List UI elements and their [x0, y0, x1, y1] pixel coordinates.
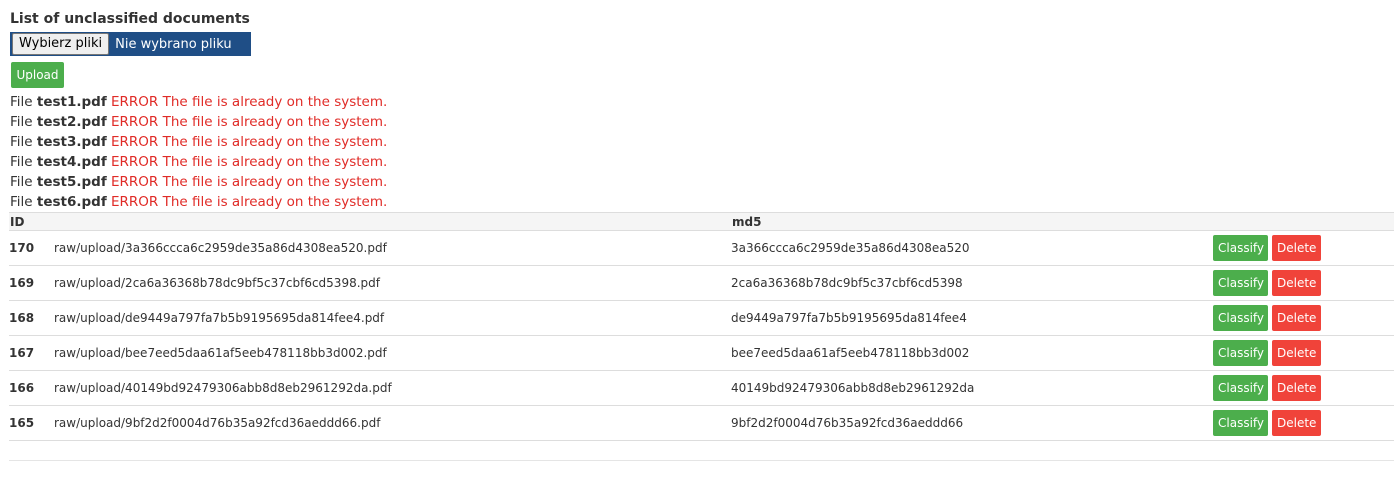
row-md5: 2ca6a36368b78dc9bf5c37cbf6cd5398	[731, 276, 963, 290]
documents-table: ID md5 170 raw/upload/3a366ccca6c2959de3…	[9, 212, 1394, 441]
message-prefix: File	[10, 94, 33, 110]
file-input[interactable]: Wybierz pliki Nie wybrano pliku	[10, 32, 251, 56]
row-md5: 40149bd92479306abb8d8eb2961292da	[731, 381, 975, 395]
upload-message: File test2.pdf ERROR The file is already…	[10, 112, 387, 132]
classify-button[interactable]: Classify	[1213, 270, 1268, 296]
table-row: 169 raw/upload/2ca6a36368b78dc9bf5c37cbf…	[9, 266, 1394, 301]
delete-button[interactable]: Delete	[1272, 340, 1321, 366]
row-id: 169	[9, 276, 35, 290]
delete-button[interactable]: Delete	[1272, 305, 1321, 331]
message-error: ERROR The file is already on the system.	[111, 134, 388, 150]
classify-button[interactable]: Classify	[1213, 340, 1268, 366]
column-header-actions	[1213, 213, 1394, 231]
message-error: ERROR The file is already on the system.	[111, 154, 388, 170]
choose-files-button[interactable]: Wybierz pliki	[12, 33, 110, 55]
row-actions: Classify Delete	[1213, 406, 1394, 441]
table-row: 166 raw/upload/40149bd92479306abb8d8eb29…	[9, 371, 1394, 406]
column-header-id: ID	[10, 214, 25, 229]
row-path: raw/upload/2ca6a36368b78dc9bf5c37cbf6cd5…	[54, 276, 380, 290]
row-path: raw/upload/9bf2d2f0004d76b35a92fcd36aedd…	[54, 416, 381, 430]
row-actions: Classify Delete	[1213, 301, 1394, 336]
classify-button[interactable]: Classify	[1213, 235, 1268, 261]
message-error: ERROR The file is already on the system.	[111, 174, 388, 190]
divider	[9, 460, 1394, 461]
table-row: 168 raw/upload/de9449a797fa7b5b9195695da…	[9, 301, 1394, 336]
upload-message: File test6.pdf ERROR The file is already…	[10, 192, 387, 212]
page-title: List of unclassified documents	[10, 11, 250, 27]
row-id: 170	[9, 241, 35, 255]
row-path: raw/upload/bee7eed5daa61af5eeb478118bb3d…	[54, 346, 387, 360]
classify-button[interactable]: Classify	[1213, 305, 1268, 331]
delete-button[interactable]: Delete	[1272, 235, 1321, 261]
row-md5: de9449a797fa7b5b9195695da814fee4	[731, 311, 967, 325]
row-actions: Classify Delete	[1213, 336, 1394, 371]
file-status-text: Nie wybrano pliku	[115, 36, 232, 52]
upload-message: File test3.pdf ERROR The file is already…	[10, 132, 387, 152]
message-error: ERROR The file is already on the system.	[111, 94, 388, 110]
row-id: 165	[9, 416, 35, 430]
classify-button[interactable]: Classify	[1213, 410, 1268, 436]
row-path: raw/upload/40149bd92479306abb8d8eb296129…	[54, 381, 392, 395]
message-error: ERROR The file is already on the system.	[111, 114, 388, 130]
upload-messages: File test1.pdf ERROR The file is already…	[10, 92, 387, 212]
message-filename: test4.pdf	[36, 154, 107, 170]
row-path: raw/upload/3a366ccca6c2959de35a86d4308ea…	[54, 241, 387, 255]
message-prefix: File	[10, 174, 33, 190]
delete-button[interactable]: Delete	[1272, 375, 1321, 401]
message-filename: test5.pdf	[36, 174, 107, 190]
message-prefix: File	[10, 194, 33, 210]
message-prefix: File	[10, 114, 33, 130]
delete-button[interactable]: Delete	[1272, 270, 1321, 296]
message-prefix: File	[10, 154, 33, 170]
table-row: 170 raw/upload/3a366ccca6c2959de35a86d43…	[9, 231, 1394, 266]
row-id: 166	[9, 381, 35, 395]
message-filename: test2.pdf	[36, 114, 107, 130]
row-id: 167	[9, 346, 35, 360]
row-path: raw/upload/de9449a797fa7b5b9195695da814f…	[54, 311, 385, 325]
table-row: 165 raw/upload/9bf2d2f0004d76b35a92fcd36…	[9, 406, 1394, 441]
message-error: ERROR The file is already on the system.	[111, 194, 388, 210]
message-filename: test3.pdf	[36, 134, 107, 150]
row-md5: 9bf2d2f0004d76b35a92fcd36aeddd66	[731, 416, 964, 430]
column-header-md5: md5	[732, 214, 762, 229]
upload-message: File test5.pdf ERROR The file is already…	[10, 172, 387, 192]
delete-button[interactable]: Delete	[1272, 410, 1321, 436]
row-actions: Classify Delete	[1213, 371, 1394, 406]
row-actions: Classify Delete	[1213, 266, 1394, 301]
message-filename: test1.pdf	[36, 94, 107, 110]
classify-button[interactable]: Classify	[1213, 375, 1268, 401]
table-row: 167 raw/upload/bee7eed5daa61af5eeb478118…	[9, 336, 1394, 371]
upload-button[interactable]: Upload	[11, 62, 64, 88]
column-header-path	[54, 213, 731, 231]
upload-message: File test4.pdf ERROR The file is already…	[10, 152, 387, 172]
row-actions: Classify Delete	[1213, 231, 1394, 266]
upload-message: File test1.pdf ERROR The file is already…	[10, 92, 387, 112]
message-filename: test6.pdf	[36, 194, 107, 210]
table-header-row: ID md5	[9, 212, 1394, 231]
row-md5: bee7eed5daa61af5eeb478118bb3d002	[731, 346, 970, 360]
row-md5: 3a366ccca6c2959de35a86d4308ea520	[731, 241, 970, 255]
message-prefix: File	[10, 134, 33, 150]
row-id: 168	[9, 311, 35, 325]
